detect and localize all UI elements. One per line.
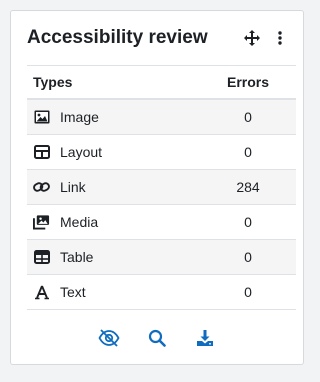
table-icon — [33, 249, 50, 266]
link-icon — [33, 179, 50, 196]
table-row-text: Text 0 — [27, 274, 296, 310]
accessibility-review-block: Accessibility review Types Errors Image … — [10, 10, 304, 365]
block-header: Accessibility review — [27, 23, 291, 53]
text-icon — [33, 284, 50, 301]
table-row-image: Image 0 — [27, 98, 296, 135]
errors-header: Errors — [202, 65, 296, 100]
type-label: Image — [60, 109, 99, 125]
table-row-table: Table 0 — [27, 239, 296, 275]
table-header-row: Types Errors — [27, 65, 296, 100]
image-icon — [33, 109, 50, 126]
type-label: Link — [60, 179, 86, 195]
types-header: Types — [27, 65, 202, 100]
block-title: Accessibility review — [27, 27, 208, 48]
error-count: 284 — [202, 169, 296, 205]
error-count: 0 — [202, 274, 296, 310]
table-row-layout: Layout 0 — [27, 134, 296, 170]
error-count: 0 — [202, 204, 296, 240]
kebab-menu-icon[interactable] — [269, 27, 291, 49]
type-label: Text — [60, 284, 86, 300]
table-row-link: Link 284 — [27, 169, 296, 205]
download-icon[interactable] — [194, 327, 216, 349]
search-icon[interactable] — [146, 327, 168, 349]
layout-grid-icon — [33, 144, 50, 161]
error-count: 0 — [202, 239, 296, 275]
move-arrows-icon[interactable] — [241, 27, 263, 49]
type-label: Layout — [60, 144, 103, 160]
block-footer-actions — [11, 325, 303, 351]
error-count: 0 — [202, 98, 296, 135]
table-row-media: Media 0 — [27, 204, 296, 240]
errors-table: Types Errors Image 0 Layout 0 Link 284 M… — [27, 65, 296, 310]
type-label: Media — [60, 214, 99, 230]
eye-slash-icon[interactable] — [98, 327, 120, 349]
type-label: Table — [60, 249, 94, 265]
media-icon — [33, 214, 50, 231]
error-count: 0 — [202, 134, 296, 170]
